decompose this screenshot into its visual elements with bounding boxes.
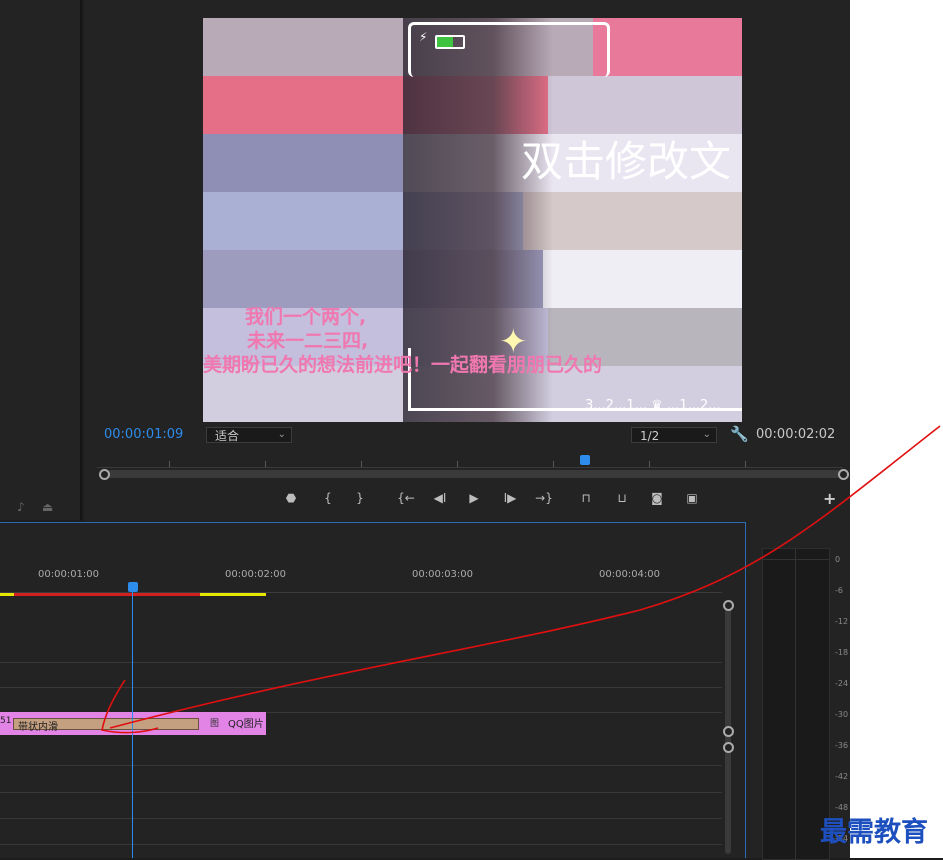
- annotation-arrow: [101, 425, 941, 734]
- watermark: 最需教育: [820, 817, 928, 848]
